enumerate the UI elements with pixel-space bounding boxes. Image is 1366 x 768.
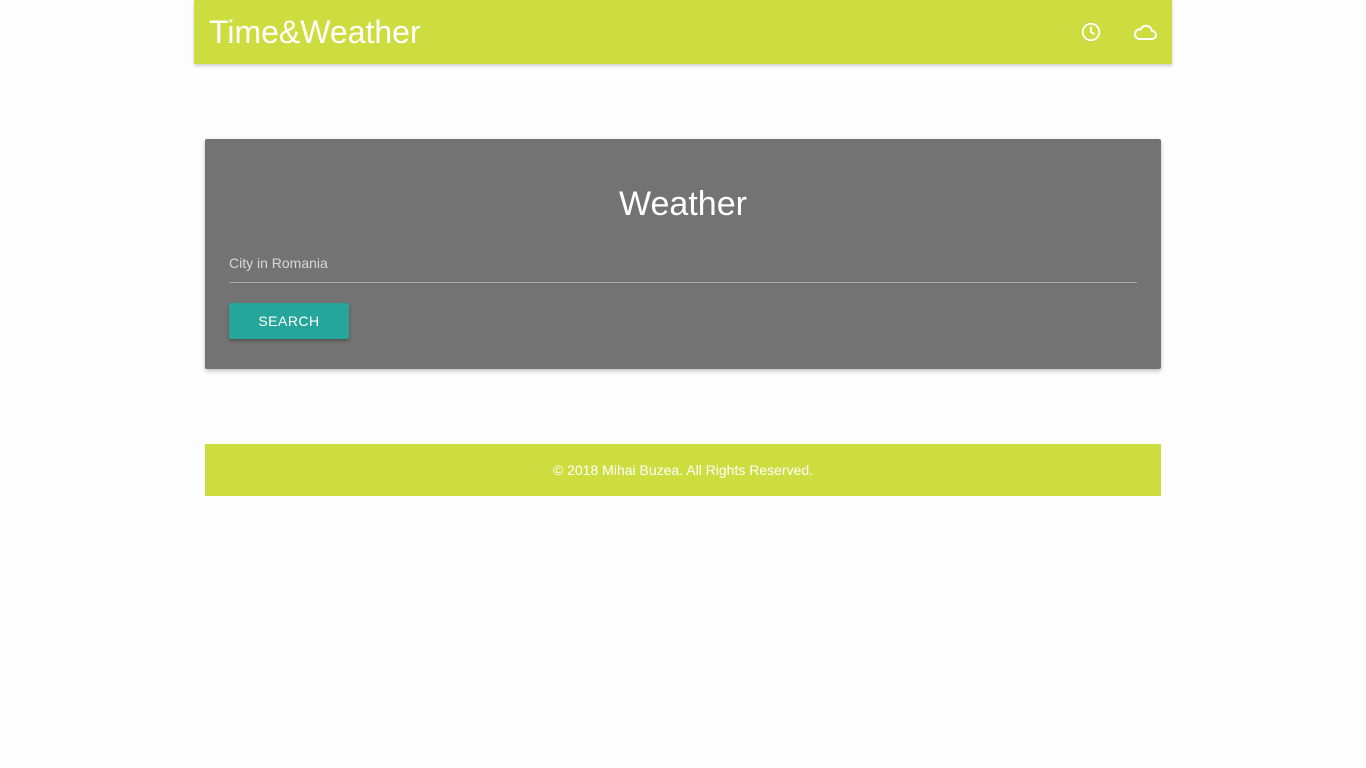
- top-navbar: Time&Weather: [194, 0, 1172, 64]
- city-input[interactable]: [229, 244, 1137, 283]
- weather-card: Weather SEARCH: [205, 139, 1161, 369]
- footer: © 2018 Mihai Buzea. All Rights Reserved.: [205, 444, 1161, 496]
- footer-copyright: © 2018 Mihai Buzea. All Rights Reserved.: [552, 462, 814, 478]
- clock-icon[interactable]: [1077, 18, 1105, 46]
- card-title: Weather: [619, 185, 747, 223]
- cloud-icon[interactable]: [1131, 18, 1159, 46]
- brand-logo[interactable]: Time&Weather: [209, 12, 421, 52]
- search-button[interactable]: SEARCH: [229, 303, 349, 339]
